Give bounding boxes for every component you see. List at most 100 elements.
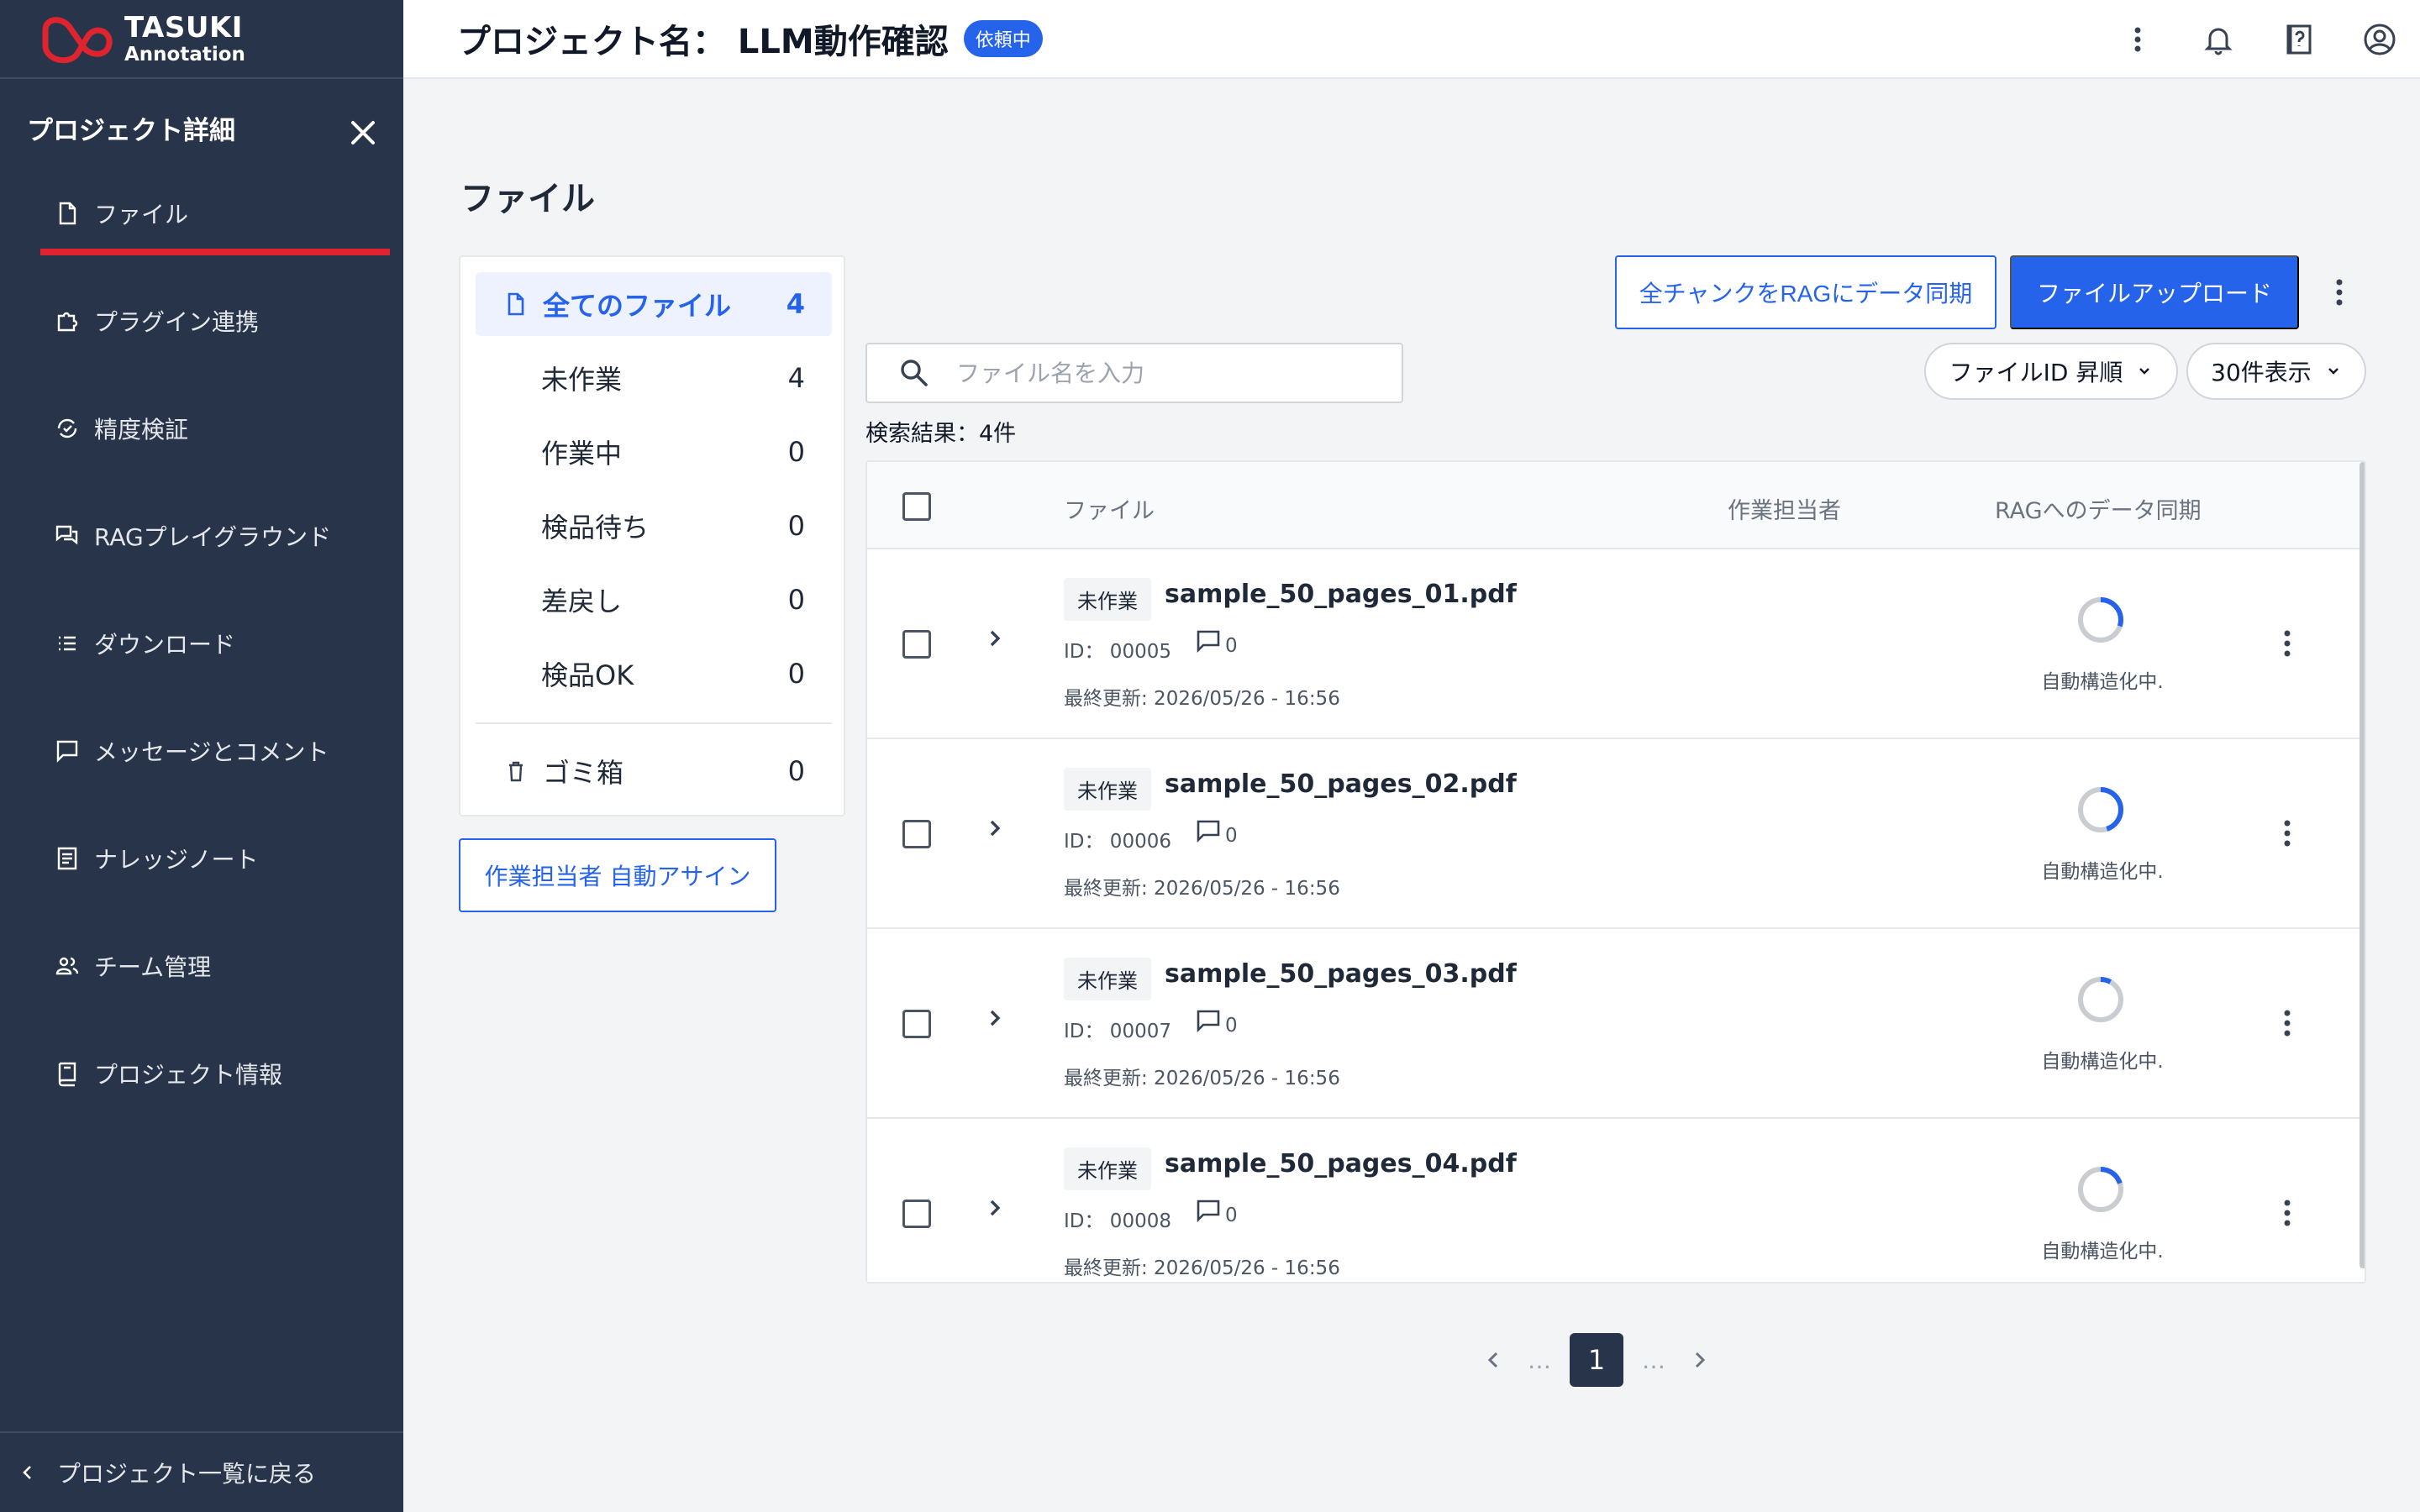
expand-chevron-icon[interactable]: [983, 1001, 1007, 1035]
chat-bubbles-icon: [55, 525, 78, 545]
filter-in-progress[interactable]: 作業中 0: [476, 420, 832, 484]
expand-chevron-icon[interactable]: [983, 1191, 1007, 1225]
row-checkbox[interactable]: [902, 1010, 931, 1038]
table-row[interactable]: 未作業 sample_50_pages_02.pdf ID： 00006 0 最…: [867, 739, 2360, 929]
brand-subtitle: Annotation: [124, 43, 245, 66]
back-link-label: プロジェクト一覧に戻る: [57, 1460, 317, 1488]
table-scrollbar[interactable]: [2360, 462, 2365, 1268]
sync-progress-ring: [2078, 597, 2123, 643]
filter-count: 4: [786, 288, 805, 320]
more-vertical-icon[interactable]: [2279, 1006, 2296, 1040]
file-name-link[interactable]: sample_50_pages_02.pdf: [1165, 769, 1517, 799]
filter-label: 未作業: [541, 364, 623, 396]
table-row[interactable]: 未作業 sample_50_pages_04.pdf ID： 00008 0 最…: [867, 1119, 2360, 1282]
sidebar-item-label: プロジェクト情報: [94, 1061, 283, 1089]
file-name-link[interactable]: sample_50_pages_03.pdf: [1165, 959, 1517, 989]
row-checkbox[interactable]: [902, 820, 931, 848]
select-all-checkbox[interactable]: [902, 492, 931, 521]
sidebar-item-download[interactable]: ダウンロード: [0, 608, 403, 716]
file-name-link[interactable]: sample_50_pages_04.pdf: [1165, 1149, 1517, 1179]
row-checkbox[interactable]: [902, 1200, 931, 1228]
sidebar-item-rag-playground[interactable]: RAGプレイグラウンド: [0, 501, 403, 608]
top-header: プロジェクト名： LLM動作確認 依頼中: [403, 0, 2420, 79]
chevron-right-icon[interactable]: [1684, 1345, 1714, 1375]
filter-awaiting-inspection[interactable]: 検品待ち 0: [476, 494, 832, 558]
tasuki-logo-icon: [42, 17, 113, 64]
comment-icon[interactable]: [1195, 1008, 1222, 1033]
search-result-count: 検索結果：4件: [865, 421, 1017, 447]
divider: [476, 722, 832, 724]
sync-progress-ring: [2078, 1167, 2123, 1212]
table-row[interactable]: 未作業 sample_50_pages_03.pdf ID： 00007 0 最…: [867, 929, 2360, 1119]
file-search-box[interactable]: [865, 343, 1403, 403]
bell-icon[interactable]: [2200, 21, 2237, 58]
filter-returned[interactable]: 差戻し 0: [476, 568, 832, 632]
sidebar-item-knowledge-note[interactable]: ナレッジノート: [0, 823, 403, 931]
column-header-rag-sync: RAGへのデータ同期: [1995, 498, 2202, 524]
more-vertical-icon[interactable]: [2279, 1196, 2296, 1230]
team-icon: [55, 957, 79, 975]
status-tag: 未作業: [1064, 1147, 1151, 1190]
expand-chevron-icon[interactable]: [983, 811, 1007, 845]
list-icon: [59, 636, 76, 651]
pagination-ellipsis: …: [1528, 1346, 1551, 1374]
expand-chevron-icon[interactable]: [983, 622, 1007, 655]
more-vertical-icon[interactable]: [2324, 274, 2354, 311]
file-upload-button[interactable]: ファイルアップロード: [2010, 255, 2299, 329]
sync-progress-ring: [2078, 977, 2123, 1022]
filter-inspection-ok[interactable]: 検品OK 0: [476, 642, 832, 706]
sync-all-chunks-button[interactable]: 全チャンクをRAGにデータ同期: [1615, 255, 1996, 329]
table-row[interactable]: 未作業 sample_50_pages_01.pdf ID： 00005 0 最…: [867, 549, 2360, 739]
pagination-current-page[interactable]: 1: [1570, 1333, 1623, 1387]
sidebar-item-plugins[interactable]: プラグイン連携: [0, 286, 403, 393]
sort-select[interactable]: ファイルID 昇順: [1924, 343, 2178, 400]
sidebar-item-accuracy[interactable]: 精度検証: [0, 393, 403, 501]
status-tag: 未作業: [1064, 958, 1151, 1000]
filter-not-started[interactable]: 未作業 4: [476, 346, 832, 410]
filter-trash[interactable]: ゴミ箱 0: [476, 739, 832, 803]
per-page-select[interactable]: 30件表示: [2186, 343, 2366, 400]
last-updated: 最終更新: 2026/05/26 - 16:56: [1064, 1257, 1340, 1279]
back-to-projects-link[interactable]: プロジェクト一覧に戻る: [0, 1431, 403, 1512]
comment-icon[interactable]: [1195, 1198, 1222, 1223]
more-vertical-icon[interactable]: [2279, 627, 2296, 660]
file-id: ID： 00006: [1064, 831, 1171, 853]
comment-count: 0: [1225, 1205, 1238, 1226]
comment-icon[interactable]: [1195, 818, 1222, 843]
help-manual-icon[interactable]: [2281, 21, 2317, 58]
last-updated: 最終更新: 2026/05/26 - 16:56: [1064, 1068, 1340, 1089]
note-icon: [57, 847, 77, 870]
brand-logo[interactable]: TASUKI Annotation: [0, 0, 403, 79]
book-icon: [58, 1062, 76, 1087]
sidebar-item-team[interactable]: チーム管理: [0, 931, 403, 1038]
sidebar-item-label: プラグイン連携: [94, 308, 260, 336]
column-header-assignee: 作業担当者: [1728, 498, 1841, 524]
account-icon[interactable]: [2361, 21, 2398, 58]
sync-progress-ring: [2078, 787, 2123, 832]
chevron-left-icon[interactable]: [1479, 1345, 1509, 1375]
search-input[interactable]: [956, 359, 1393, 387]
auto-assign-button[interactable]: 作業担当者 自動アサイン: [459, 838, 776, 912]
row-checkbox[interactable]: [902, 630, 931, 659]
comment-count: 0: [1225, 825, 1238, 847]
file-name-link[interactable]: sample_50_pages_01.pdf: [1165, 580, 1517, 609]
pagination-ellipsis: …: [1642, 1346, 1665, 1374]
sidebar-item-messages[interactable]: メッセージとコメント: [0, 716, 403, 823]
more-vertical-icon[interactable]: [2119, 21, 2156, 58]
filter-all-files[interactable]: 全てのファイル 4: [476, 272, 832, 336]
sidebar-item-files[interactable]: ファイル: [0, 178, 403, 286]
status-badge: 依頼中: [963, 20, 1043, 57]
more-vertical-icon[interactable]: [2279, 816, 2296, 850]
filter-count: 0: [787, 510, 805, 542]
brand-name: TASUKI: [124, 10, 243, 45]
sync-status-text: 自動構造化中.: [2041, 1241, 2164, 1263]
filter-count: 0: [787, 658, 805, 690]
sidebar-item-label: ナレッジノート: [94, 846, 259, 874]
last-updated: 最終更新: 2026/05/26 - 16:56: [1064, 878, 1340, 900]
comment-icon[interactable]: [1195, 628, 1222, 654]
filter-label: ゴミ箱: [543, 757, 624, 789]
pagination: … 1 …: [1479, 1332, 1714, 1388]
file-id: ID： 00007: [1064, 1021, 1171, 1042]
sidebar-item-project-info[interactable]: プロジェクト情報: [0, 1038, 403, 1146]
close-icon[interactable]: [346, 116, 380, 150]
